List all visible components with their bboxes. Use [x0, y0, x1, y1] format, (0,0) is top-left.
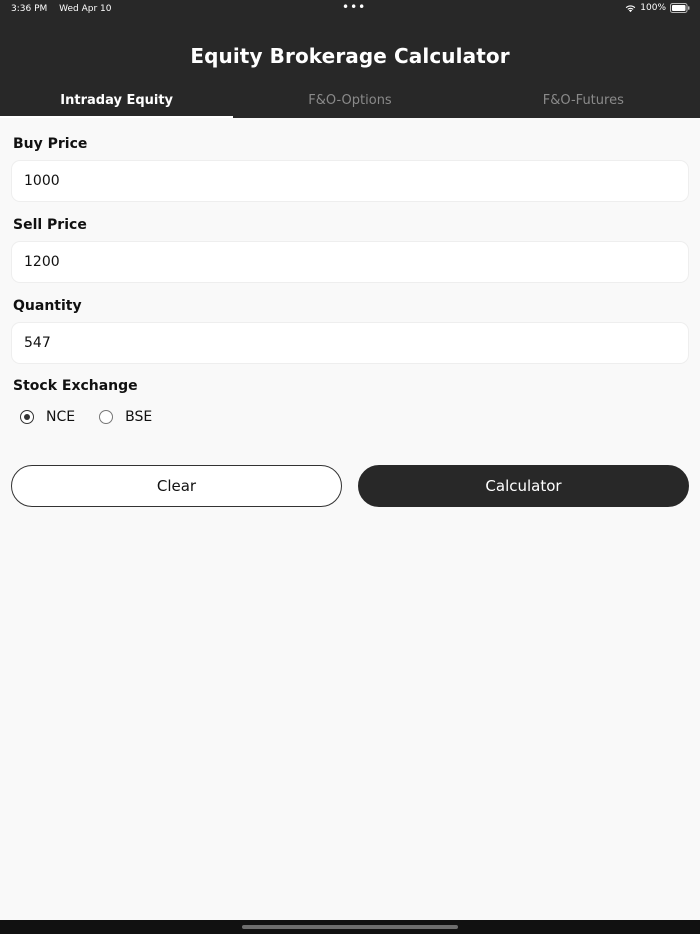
buy-price-label: Buy Price — [13, 136, 88, 152]
radio-bse-label: BSE — [125, 409, 153, 425]
quantity-input[interactable] — [11, 322, 689, 364]
multitasking-dots-icon[interactable]: ••• — [342, 1, 366, 13]
radio-unchecked-icon[interactable] — [99, 410, 114, 424]
quantity-label: Quantity — [13, 298, 82, 314]
status-time: 3:36 PM — [11, 4, 48, 14]
app-header: Equity Brokerage Calculator Intraday Equ… — [0, 18, 700, 118]
radio-checked-icon[interactable] — [20, 410, 34, 424]
battery-percent: 100% — [640, 3, 666, 13]
sell-price-input[interactable] — [11, 241, 689, 283]
status-left: 3:36 PM Wed Apr 10 — [11, 4, 121, 14]
buy-price-input[interactable] — [11, 160, 689, 202]
status-bar: 3:36 PM Wed Apr 10 ••• 100% — [0, 0, 700, 18]
status-date: Wed Apr 10 — [59, 4, 112, 14]
radio-nce[interactable]: NCE — [20, 409, 75, 425]
radio-bse[interactable]: BSE — [99, 409, 152, 425]
tab-fo-futures[interactable]: F&O-Futures — [467, 86, 700, 118]
clear-button[interactable]: Clear — [11, 465, 342, 507]
tab-intraday-equity[interactable]: Intraday Equity — [0, 86, 234, 118]
bottom-bar — [0, 920, 700, 934]
page-title: Equity Brokerage Calculator — [190, 44, 510, 68]
sell-price-label: Sell Price — [13, 217, 87, 233]
exchange-radio-group: NCE BSE — [20, 409, 176, 425]
stock-exchange-label: Stock Exchange — [13, 378, 138, 394]
tab-fo-options[interactable]: F&O-Options — [233, 86, 466, 118]
status-right: 100% — [625, 3, 690, 13]
wifi-icon — [625, 4, 636, 12]
calculator-button[interactable]: Calculator — [358, 465, 689, 507]
home-indicator[interactable] — [242, 925, 458, 929]
radio-nce-label: NCE — [46, 409, 76, 425]
battery-icon — [670, 3, 690, 13]
tab-bar: Intraday Equity F&O-Options F&O-Futures — [0, 86, 700, 118]
